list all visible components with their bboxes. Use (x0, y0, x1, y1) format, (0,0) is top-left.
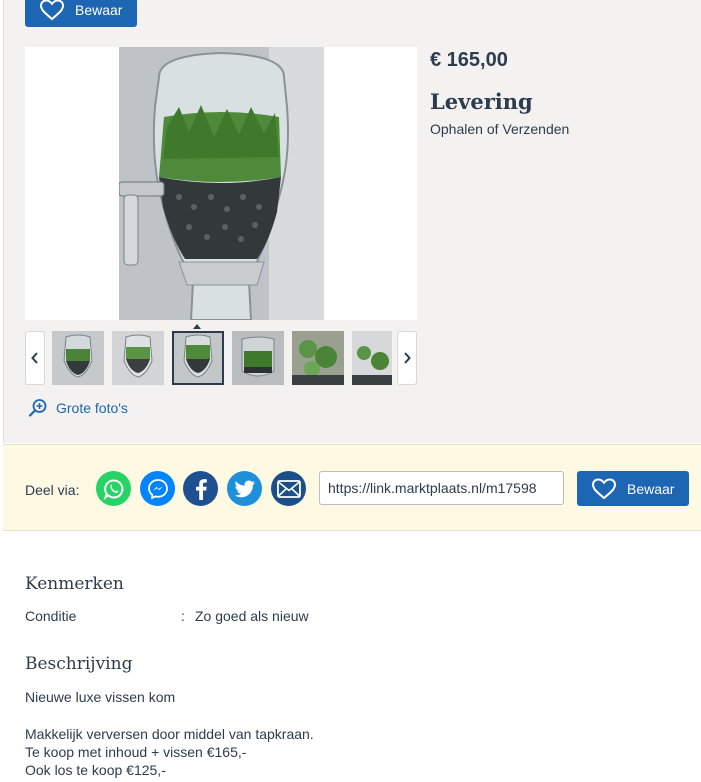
whatsapp-icon (103, 479, 123, 500)
whatsapp-share-button[interactable] (96, 471, 131, 506)
heart-icon (591, 477, 617, 499)
thumbnail-image (112, 331, 164, 385)
facebook-share-button[interactable] (183, 471, 218, 506)
thumbnail-image (172, 331, 224, 385)
heart-icon (39, 0, 65, 20)
large-photos-label: Grote foto's (56, 400, 128, 416)
price: € 165,00 (430, 49, 508, 71)
beschrijving-title: Beschrijving (25, 654, 133, 674)
zoom-in-icon (28, 399, 47, 417)
condition-label: Conditie (25, 608, 77, 624)
thumbnail-strip (25, 331, 417, 385)
thumbnail-image (352, 331, 392, 385)
twitter-icon (234, 480, 255, 497)
condition-separator: : (181, 608, 185, 624)
thumbnail-1[interactable] (52, 331, 104, 385)
thumbnail-2[interactable] (112, 331, 164, 385)
delivery-text: Ophalen of Verzenden (430, 121, 570, 137)
thumbnail-3[interactable] (172, 331, 224, 385)
condition-value: Zo goed als nieuw (195, 608, 309, 624)
share-label: Deel via: (25, 482, 80, 498)
thumbnail-4[interactable] (232, 331, 284, 385)
messenger-share-button[interactable] (140, 471, 175, 506)
thumbnail-image (52, 331, 104, 385)
share-save-button[interactable]: Bewaar (577, 471, 689, 506)
twitter-share-button[interactable] (227, 471, 262, 506)
thumbnail-image (232, 331, 284, 385)
description-line: Nieuwe luxe vissen kom (25, 689, 176, 705)
thumbnail-image (292, 331, 344, 385)
facebook-icon (195, 478, 207, 500)
fish-bowl-photo (119, 47, 324, 320)
email-share-button[interactable] (271, 471, 306, 506)
kenmerken-title: Kenmerken (25, 574, 124, 594)
next-photo-button[interactable] (397, 331, 417, 385)
thumbnail-6[interactable] (352, 331, 392, 385)
share-save-label: Bewaar (627, 480, 675, 497)
messenger-icon (147, 478, 168, 499)
previous-photo-button[interactable] (25, 331, 45, 385)
main-photo[interactable] (25, 47, 417, 320)
share-url-field[interactable] (319, 471, 564, 505)
active-thumb-indicator (193, 324, 201, 329)
description-line: Ook los te koop €125,- (25, 762, 166, 778)
chevron-left-icon (31, 352, 38, 364)
share-bar: Deel via: Bewaar (3, 444, 701, 531)
top-save-label: Bewaar (75, 1, 123, 18)
large-photos-link[interactable]: Grote foto's (28, 398, 128, 418)
thumbnail-5[interactable] (292, 331, 344, 385)
top-save-button[interactable]: Bewaar (25, 0, 137, 27)
delivery-title: Levering (430, 89, 533, 114)
description-line: Makkelijk verversen door middel van tapk… (25, 726, 314, 742)
description-line: Te koop met inhoud + vissen €165,- (25, 744, 247, 760)
chevron-right-icon (404, 352, 411, 364)
email-icon (276, 479, 301, 498)
